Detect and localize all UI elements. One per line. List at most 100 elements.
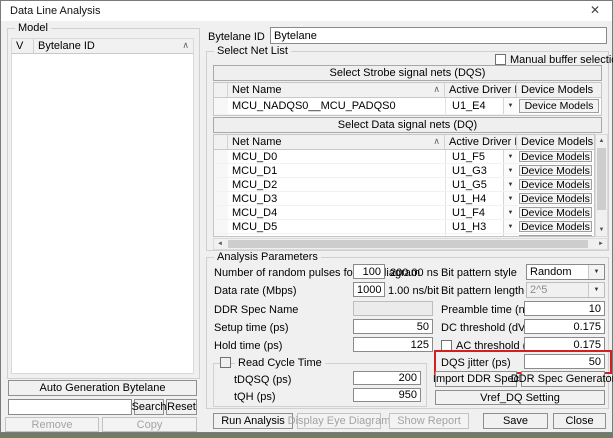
table-row[interactable]: MCU_D1 U1_G3 ▼ Device Models [214, 164, 594, 178]
chevron-down-icon[interactable]: ▼ [503, 220, 517, 233]
table-row[interactable]: MCU_D3 U1_H4 ▼ Device Models [214, 192, 594, 206]
net-name-cell[interactable]: MCU_D4 [228, 206, 445, 219]
device-models-button[interactable]: Device Models [519, 221, 592, 232]
table-row[interactable]: MCU_D6 U1_F2 ▼ Device Models [214, 234, 594, 237]
active-driver-pin-select[interactable]: U1_G3 ▼ [445, 164, 517, 177]
device-models-button[interactable]: Device Models [519, 165, 592, 176]
show-report-button[interactable]: Show Report [389, 413, 469, 429]
table-row[interactable]: MCU_D5 U1_H3 ▼ Device Models [214, 220, 594, 234]
horizontal-scrollbar[interactable]: ◄ ► [213, 238, 608, 250]
ac-threshold-input[interactable] [524, 337, 605, 352]
chevron-down-icon[interactable]: ▼ [503, 192, 517, 205]
reset-button[interactable]: Reset [166, 399, 197, 415]
active-driver-pin-select[interactable]: U1_F4 ▼ [445, 206, 517, 219]
table-row[interactable]: MCU_D4 U1_F4 ▼ Device Models [214, 206, 594, 220]
sort-asc-icon[interactable]: ∧ [182, 40, 189, 51]
titlebar[interactable]: Data Line Analysis ✕ [1, 1, 612, 22]
scroll-up-icon[interactable]: ▲ [596, 135, 607, 147]
copy-button[interactable]: Copy [102, 417, 197, 432]
chevron-down-icon[interactable]: ▼ [503, 98, 517, 114]
net-name-cell[interactable]: MCU_D5 [228, 220, 445, 233]
active-driver-pin-select[interactable]: U1_F2 ▼ [445, 234, 517, 237]
device-models-button[interactable]: Device Models [519, 151, 592, 162]
row-gutter [214, 164, 228, 177]
bytelane-id-input[interactable] [270, 27, 607, 44]
row-gutter [214, 135, 228, 149]
data-nets-header-button[interactable]: Select Data signal nets (DQ) [213, 117, 602, 133]
col-active-driver-pin[interactable]: Active Driver Pin [445, 135, 517, 149]
col-device-models[interactable]: Device Models [517, 135, 594, 149]
data-rate-input[interactable] [353, 282, 385, 297]
run-analysis-button[interactable]: Run Analysis [213, 413, 293, 429]
search-button[interactable]: Search [134, 399, 164, 415]
active-driver-pin-select[interactable]: U1_E4 ▼ [445, 98, 517, 114]
net-name-cell[interactable]: MCU_D1 [228, 164, 445, 177]
vertical-scrollbar[interactable]: ▲ ▼ [595, 134, 608, 237]
table-row[interactable]: MCU_D0 U1_F5 ▼ Device Models [214, 150, 594, 164]
import-ddr-spec-button[interactable]: Import DDR Spec [435, 371, 517, 387]
device-models-button[interactable]: Device Models [519, 193, 592, 204]
sort-asc-icon[interactable]: ∧ [433, 136, 440, 147]
bytelane-list[interactable]: V Bytelane ID ∧ [11, 38, 194, 374]
remove-button[interactable]: Remove [5, 417, 99, 432]
scroll-left-icon[interactable]: ◄ [214, 239, 226, 249]
device-models-button[interactable]: Device Models [519, 179, 592, 190]
scrollbar-thumb[interactable] [228, 240, 588, 248]
scrollbar-thumb[interactable] [597, 148, 606, 210]
net-name-cell[interactable]: MCU_D0 [228, 150, 445, 163]
device-models-button[interactable]: Device Models [519, 207, 592, 218]
scroll-right-icon[interactable]: ► [595, 239, 607, 249]
ddr-spec-generator-button[interactable]: DDR Spec Generator [521, 371, 605, 387]
net-name-cell[interactable]: MCU_NADQS0__MCU_PADQS0 [228, 98, 445, 114]
auto-generation-bytelane-button[interactable]: Auto Generation Bytelane [8, 380, 197, 396]
bit-pattern-style-select[interactable]: Random ▼ [526, 264, 605, 280]
chevron-down-icon[interactable]: ▼ [588, 265, 604, 279]
close-button[interactable]: Close [553, 413, 606, 429]
active-driver-pin-select[interactable]: U1_H4 ▼ [445, 192, 517, 205]
preamble-time-input[interactable] [524, 301, 605, 316]
col-bytelane-id[interactable]: Bytelane ID ∧ [34, 39, 193, 53]
manual-buffer-checkbox[interactable] [495, 54, 506, 65]
tqh-input[interactable] [353, 388, 421, 402]
strobe-nets-header-button[interactable]: Select Strobe signal nets (DQS) [213, 65, 602, 81]
chevron-down-icon[interactable]: ▼ [503, 234, 517, 237]
sort-asc-icon[interactable]: ∧ [433, 84, 440, 95]
vref-dq-setting-button[interactable]: Vref_DQ Setting [435, 390, 605, 405]
device-models-button[interactable]: Device Models [519, 99, 599, 113]
scroll-down-icon[interactable]: ▼ [596, 224, 607, 236]
chevron-down-icon[interactable]: ▼ [503, 178, 517, 191]
display-eye-diagram-button[interactable]: Display Eye Diagram [297, 413, 381, 429]
net-name-cell[interactable]: MCU_D3 [228, 192, 445, 205]
pulses-input[interactable] [353, 264, 385, 279]
strobe-row[interactable]: MCU_NADQS0__MCU_PADQS0 U1_E4 ▼ Device Mo… [214, 98, 601, 115]
ac-threshold-checkbox[interactable] [441, 340, 452, 351]
strobe-table-header[interactable]: Net Name ∧ Active Driver Pin Device Mode… [214, 83, 601, 98]
bytelane-list-header[interactable]: V Bytelane ID ∧ [12, 39, 193, 54]
dqs-jitter-input[interactable] [524, 354, 605, 369]
chevron-down-icon[interactable]: ▼ [503, 206, 517, 219]
save-button[interactable]: Save [483, 413, 548, 429]
dc-threshold-input[interactable] [524, 319, 605, 334]
setup-time-input[interactable] [353, 319, 433, 334]
active-driver-pin-select[interactable]: U1_F5 ▼ [445, 150, 517, 163]
read-cycle-time-checkbox[interactable] [220, 357, 231, 368]
col-net-name[interactable]: Net Name ∧ [228, 135, 445, 149]
col-v[interactable]: V [12, 39, 34, 53]
search-input[interactable] [8, 399, 132, 415]
close-icon[interactable]: ✕ [590, 3, 600, 17]
col-device-models[interactable]: Device Models [517, 83, 601, 97]
table-row[interactable]: MCU_D2 U1_G5 ▼ Device Models [214, 178, 594, 192]
device-models-button[interactable]: Device Models [519, 235, 592, 237]
net-name-cell[interactable]: MCU_D6 [228, 234, 445, 237]
col-net-name[interactable]: Net Name ∧ [228, 83, 445, 97]
net-name-cell[interactable]: MCU_D2 [228, 178, 445, 191]
active-driver-pin-select[interactable]: U1_G5 ▼ [445, 178, 517, 191]
data-table-header[interactable]: Net Name ∧ Active Driver Pin Device Mode… [214, 135, 594, 150]
read-cycle-time-label[interactable]: Read Cycle Time [235, 357, 325, 369]
chevron-down-icon[interactable]: ▼ [503, 164, 517, 177]
active-driver-pin-select[interactable]: U1_H3 ▼ [445, 220, 517, 233]
chevron-down-icon[interactable]: ▼ [503, 150, 517, 163]
hold-time-input[interactable] [353, 337, 433, 352]
col-active-driver-pin[interactable]: Active Driver Pin [445, 83, 517, 97]
tdqsq-input[interactable] [353, 371, 421, 385]
